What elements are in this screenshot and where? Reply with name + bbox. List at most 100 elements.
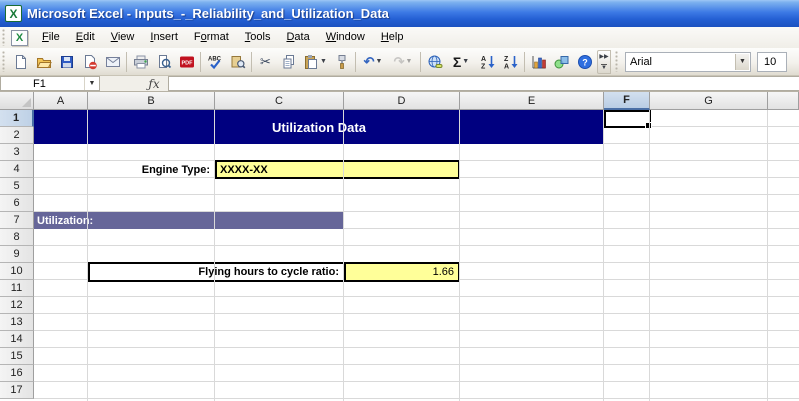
row-header-13[interactable]: 13 [0, 314, 34, 331]
font-size-value: 10 [764, 56, 776, 68]
menu-tools[interactable]: Tools [237, 29, 279, 46]
engine-type-value-cell[interactable]: XXXX-XX [215, 160, 460, 179]
row-header-14[interactable]: 14 [0, 331, 34, 348]
standard-toolbar: PDFABC✂▼↶▼↷▼Σ▼AZZA? ▶▶▼ Arial ▼ 10 [0, 48, 799, 76]
column-header-b[interactable]: B [88, 92, 215, 110]
gridline [649, 110, 650, 401]
font-name-select[interactable]: Arial ▼ [625, 52, 751, 72]
column-header-e[interactable]: E [460, 92, 604, 110]
row-header-3[interactable]: 3 [0, 144, 34, 161]
undo-icon[interactable]: ↶▼ [358, 51, 388, 73]
row-header-17[interactable]: 17 [0, 382, 34, 399]
gridline [459, 110, 460, 401]
column-header-f[interactable]: F [604, 92, 650, 110]
gridline [343, 110, 344, 401]
column-header-c[interactable]: C [215, 92, 344, 110]
row-header-1[interactable]: 1 [0, 110, 34, 127]
sort-descending-icon[interactable]: ZA [499, 51, 522, 73]
spelling-icon[interactable]: ABC [203, 51, 226, 73]
toolbar-separator [420, 52, 421, 72]
formula-input[interactable] [168, 76, 799, 91]
menu-window[interactable]: Window [318, 29, 373, 46]
column-header-a[interactable]: A [34, 92, 88, 110]
menu-data[interactable]: Data [278, 29, 317, 46]
print-preview-icon[interactable] [152, 51, 175, 73]
research-icon[interactable] [226, 51, 249, 73]
row-header-8[interactable]: 8 [0, 229, 34, 246]
gridline [603, 110, 604, 401]
menubar-grip-handle[interactable] [2, 29, 7, 46]
flying-hours-value-cell[interactable]: 1.66 [344, 264, 458, 280]
cut-icon[interactable]: ✂ [254, 51, 277, 73]
row-header-7[interactable]: 7 [0, 212, 34, 229]
toolbar-options-icon[interactable]: ▶▶▼ [597, 50, 611, 74]
utilization-section-cell[interactable]: Utilization: [34, 212, 344, 229]
new-document-icon[interactable] [9, 51, 32, 73]
paste-icon[interactable]: ▼ [300, 51, 330, 73]
spreadsheet-grid: ABCDEFG 1234567891011121314151617 Utiliz… [0, 92, 799, 401]
menu-format[interactable]: Format [186, 29, 237, 46]
formula-bar: F1 ▼ ƒx [0, 76, 799, 92]
row-header-11[interactable]: 11 [0, 280, 34, 297]
drawing-icon[interactable] [550, 51, 573, 73]
chart-wizard-icon[interactable] [527, 51, 550, 73]
insert-function-icon[interactable]: ƒx [140, 76, 168, 91]
svg-text:A: A [504, 63, 509, 70]
pdf-icon[interactable]: PDF [175, 51, 198, 73]
menu-insert[interactable]: Insert [142, 29, 186, 46]
row-header-10[interactable]: 10 [0, 263, 34, 280]
column-header-partial[interactable] [768, 92, 799, 110]
sort-ascending-icon[interactable]: AZ [476, 51, 499, 73]
menu-help[interactable]: Help [373, 29, 412, 46]
row-header-16[interactable]: 16 [0, 365, 34, 382]
row-header-15[interactable]: 15 [0, 348, 34, 365]
font-name-dropdown-icon[interactable]: ▼ [735, 54, 749, 70]
column-header-d[interactable]: D [344, 92, 460, 110]
permission-icon[interactable] [78, 51, 101, 73]
title-bar: X Microsoft Excel - Inputs_-_Reliability… [0, 0, 799, 27]
svg-text:Z: Z [504, 56, 509, 63]
select-all-corner[interactable] [0, 92, 34, 110]
autosum-icon[interactable]: Σ▼ [446, 51, 476, 73]
workbook-icon[interactable]: X [11, 30, 28, 46]
gridline [214, 110, 215, 401]
toolbar-separator [251, 52, 252, 72]
title-banner-cell[interactable]: Utilization Data [34, 110, 604, 144]
mail-icon[interactable] [101, 51, 124, 73]
window-title: Microsoft Excel - Inputs_-_Reliability_a… [27, 6, 389, 21]
excel-app-icon: X [5, 5, 22, 22]
engine-type-label-cell[interactable]: Engine Type: [88, 161, 215, 178]
menu-view[interactable]: View [103, 29, 143, 46]
hyperlink-icon[interactable] [423, 51, 446, 73]
cells-area[interactable]: Utilization Data Engine Type: XXXX-XX Ut… [34, 110, 799, 401]
font-size-select[interactable]: 10 [757, 52, 787, 72]
help-icon[interactable]: ? [573, 51, 596, 73]
gridline [87, 110, 88, 401]
name-box-dropdown-icon[interactable]: ▼ [84, 77, 99, 90]
print-icon[interactable] [129, 51, 152, 73]
row-header-9[interactable]: 9 [0, 246, 34, 263]
selected-cell-f1[interactable] [604, 110, 651, 128]
menu-file[interactable]: File [34, 29, 68, 46]
redo-icon[interactable]: ↷▼ [388, 51, 418, 73]
svg-text:?: ? [582, 57, 588, 67]
row-header-2[interactable]: 2 [0, 127, 34, 144]
save-icon[interactable] [55, 51, 78, 73]
open-folder-icon[interactable] [32, 51, 55, 73]
row-header-4[interactable]: 4 [0, 161, 34, 178]
svg-text:Z: Z [481, 63, 486, 70]
row-header-12[interactable]: 12 [0, 297, 34, 314]
row-header-6[interactable]: 6 [0, 195, 34, 212]
copy-icon[interactable] [277, 51, 300, 73]
toolbar-separator [126, 52, 127, 72]
formatting-toolbar-grip-handle[interactable] [615, 51, 620, 73]
row-header-5[interactable]: 5 [0, 178, 34, 195]
column-header-g[interactable]: G [650, 92, 768, 110]
format-painter-icon[interactable] [330, 51, 353, 73]
toolbar-separator [355, 52, 356, 72]
toolbar-grip-handle[interactable] [2, 51, 7, 73]
name-box[interactable]: F1 ▼ [0, 76, 100, 91]
flying-hours-label-cell[interactable]: Flying hours to cycle ratio: [90, 266, 344, 278]
name-box-value: F1 [33, 78, 46, 90]
menu-edit[interactable]: Edit [68, 29, 103, 46]
